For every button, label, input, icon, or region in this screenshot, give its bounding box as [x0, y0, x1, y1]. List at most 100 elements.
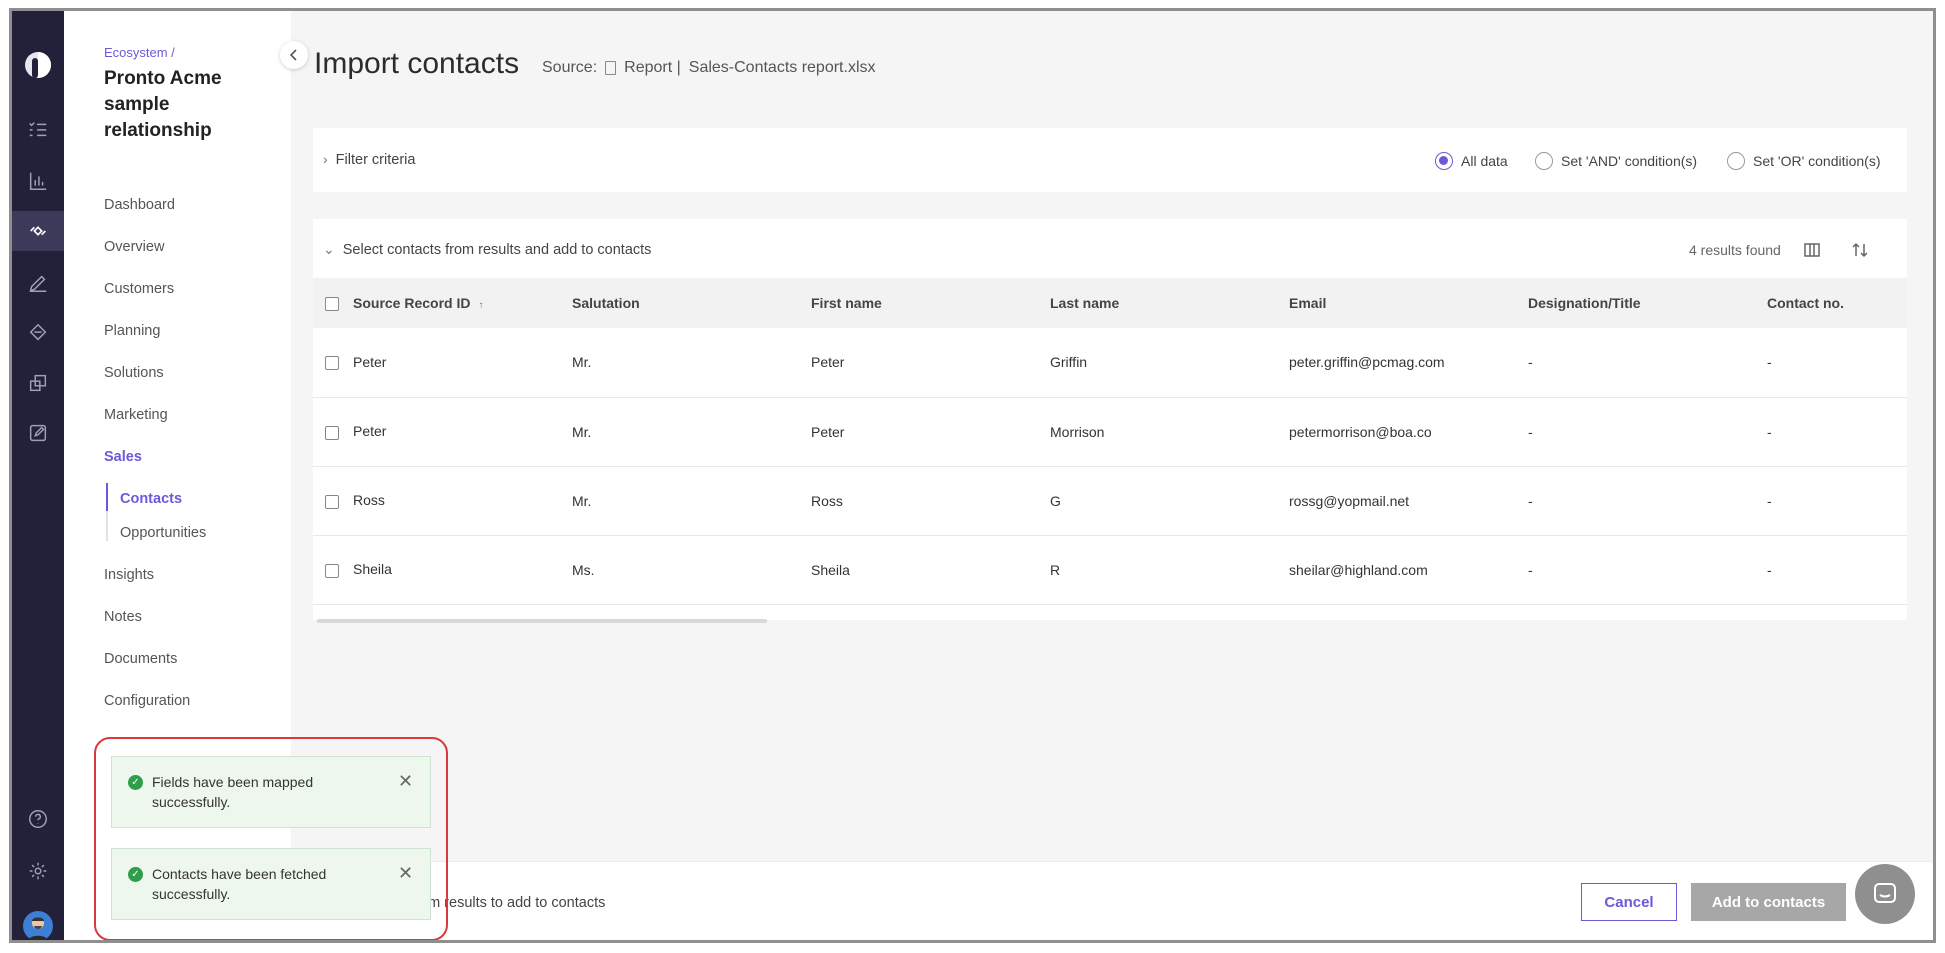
column-last-name[interactable]: Last name: [1050, 278, 1289, 328]
settings-icon[interactable]: [12, 851, 64, 891]
source-info: Source: Report | Sales-Contacts report.x…: [542, 59, 876, 77]
radio-label: All data: [1461, 153, 1508, 169]
cell-source-id: Peter: [353, 423, 387, 440]
cell-salutation: Ms.: [572, 561, 595, 578]
row-checkbox[interactable]: [325, 356, 339, 371]
collapse-sidebar-button[interactable]: [280, 41, 308, 69]
chat-button[interactable]: [1855, 864, 1915, 924]
ecosystem-icon[interactable]: [12, 211, 64, 251]
cell-source-id: Peter: [353, 354, 387, 371]
footer-bar: om results to add to contacts Cancel Add…: [291, 861, 1933, 940]
column-first-name[interactable]: First name: [811, 278, 1050, 328]
breadcrumb[interactable]: Ecosystem /: [104, 45, 175, 60]
cancel-button[interactable]: Cancel: [1581, 883, 1677, 921]
nav-item-opportunities[interactable]: Opportunities: [120, 525, 206, 541]
row-checkbox[interactable]: [325, 563, 339, 578]
radio-and-condition[interactable]: Set 'AND' condition(s): [1535, 152, 1697, 170]
row-checkbox[interactable]: [325, 425, 339, 440]
sort-icon[interactable]: [1849, 239, 1871, 261]
radio-label: Set 'AND' condition(s): [1561, 153, 1698, 169]
nav-item-customers[interactable]: Customers: [104, 281, 174, 297]
toast-message: Fields have been mapped successfully.: [152, 774, 314, 810]
radio-all-data[interactable]: All data: [1435, 152, 1508, 170]
nav-item-configuration[interactable]: Configuration: [104, 693, 190, 709]
cell-email: peter.griffin@pcmag.com: [1289, 354, 1445, 371]
cell-source-id: Sheila: [353, 561, 392, 578]
column-source-record-id[interactable]: Source Record ID ↑: [313, 278, 572, 328]
source-type: Report |: [624, 59, 681, 76]
radio-or-condition[interactable]: Set 'OR' condition(s): [1727, 152, 1881, 170]
column-label: Source Record ID: [353, 294, 471, 311]
sub-nav-line: [106, 483, 108, 541]
project-title: Pronto Acme sample relationship: [104, 68, 222, 141]
cell-contact-no: -: [1767, 561, 1772, 578]
user-avatar[interactable]: [23, 911, 53, 940]
nav-item-dashboard[interactable]: Dashboard: [104, 197, 175, 213]
layers-icon[interactable]: [12, 363, 64, 403]
cell-source-id: Ross: [353, 492, 385, 509]
row-checkbox[interactable]: [325, 494, 339, 509]
app-logo[interactable]: [22, 49, 54, 81]
column-email[interactable]: Email: [1289, 278, 1528, 328]
radio-label: Set 'OR' condition(s): [1753, 153, 1881, 169]
document-icon: [605, 61, 617, 75]
results-panel: ⌄ Select contacts from results and add to…: [313, 219, 1907, 623]
column-contact-no[interactable]: Contact no.: [1767, 278, 1907, 328]
cell-last-name: Griffin: [1050, 354, 1088, 371]
edit-icon[interactable]: [12, 413, 64, 453]
results-toggle[interactable]: ⌄ Select contacts from results and add to…: [323, 241, 651, 258]
nav-item-marketing[interactable]: Marketing: [104, 407, 168, 423]
cell-first-name: Peter: [811, 423, 845, 440]
cell-designation: -: [1528, 492, 1533, 509]
nav-item-solutions[interactable]: Solutions: [104, 365, 164, 381]
pen-icon[interactable]: [12, 263, 64, 303]
radio-selected-icon: [1435, 152, 1453, 170]
table-row[interactable]: Sheila Ms. Sheila R sheilar@highland.com…: [313, 535, 1907, 604]
cell-contact-no: -: [1767, 423, 1772, 440]
help-icon[interactable]: [12, 799, 64, 839]
chevron-down-icon: ⌄: [323, 241, 335, 257]
chat-icon: [1874, 883, 1896, 903]
nav-item-contacts[interactable]: Contacts: [120, 491, 182, 507]
page-title: Import contacts: [314, 47, 520, 80]
nav-item-planning[interactable]: Planning: [104, 323, 160, 339]
cell-designation: -: [1528, 423, 1533, 440]
cell-email: petermorrison@boa.co: [1289, 423, 1432, 440]
cell-designation: -: [1528, 354, 1533, 371]
table-header-row: Source Record ID ↑ Salutation First name …: [313, 278, 1907, 328]
close-icon[interactable]: ✕: [398, 863, 413, 884]
nav-item-insights[interactable]: Insights: [104, 567, 154, 583]
filter-criteria-toggle[interactable]: › Filter criteria: [323, 151, 415, 168]
chevron-left-icon: [289, 49, 297, 61]
horizontal-scrollbar[interactable]: [317, 619, 767, 623]
table-row[interactable]: Peter Mr. Peter Griffin peter.griffin@pc…: [313, 328, 1907, 397]
add-to-contacts-button[interactable]: Add to contacts: [1691, 883, 1846, 921]
select-all-checkbox[interactable]: [325, 297, 339, 312]
sort-arrow-icon: ↑: [478, 299, 484, 311]
results-header: Select contacts from results and add to …: [342, 242, 652, 258]
close-icon[interactable]: ✕: [398, 771, 413, 792]
nav-item-sales[interactable]: Sales: [104, 449, 142, 465]
success-check-icon: ✓: [128, 867, 143, 882]
nav-item-notes[interactable]: Notes: [104, 609, 142, 625]
cell-contact-no: -: [1767, 354, 1772, 371]
app-window: Ecosystem / Pronto Acme sample relations…: [9, 8, 1936, 943]
nav-item-documents[interactable]: Documents: [104, 651, 177, 667]
table-row[interactable]: Ross Mr. Ross G rossg@yopmail.net - -: [313, 466, 1907, 535]
column-designation[interactable]: Designation/Title: [1528, 278, 1767, 328]
filter-criteria-label: Filter criteria: [335, 152, 416, 168]
table-row[interactable]: Peter Mr. Peter Morrison petermorrison@b…: [313, 397, 1907, 466]
column-salutation[interactable]: Salutation: [572, 278, 811, 328]
stack-icon[interactable]: [12, 313, 64, 353]
cell-last-name: Morrison: [1050, 423, 1105, 440]
cell-email: rossg@yopmail.net: [1289, 492, 1410, 509]
cell-designation: -: [1528, 561, 1533, 578]
results-count: 4 results found: [1689, 242, 1781, 258]
success-check-icon: ✓: [128, 775, 143, 790]
chevron-right-icon: ›: [323, 151, 328, 167]
cell-first-name: Sheila: [811, 561, 850, 578]
nav-item-overview[interactable]: Overview: [104, 239, 164, 255]
tasks-icon[interactable]: [12, 109, 64, 149]
columns-icon[interactable]: [1801, 239, 1823, 261]
chart-icon[interactable]: [12, 161, 64, 201]
